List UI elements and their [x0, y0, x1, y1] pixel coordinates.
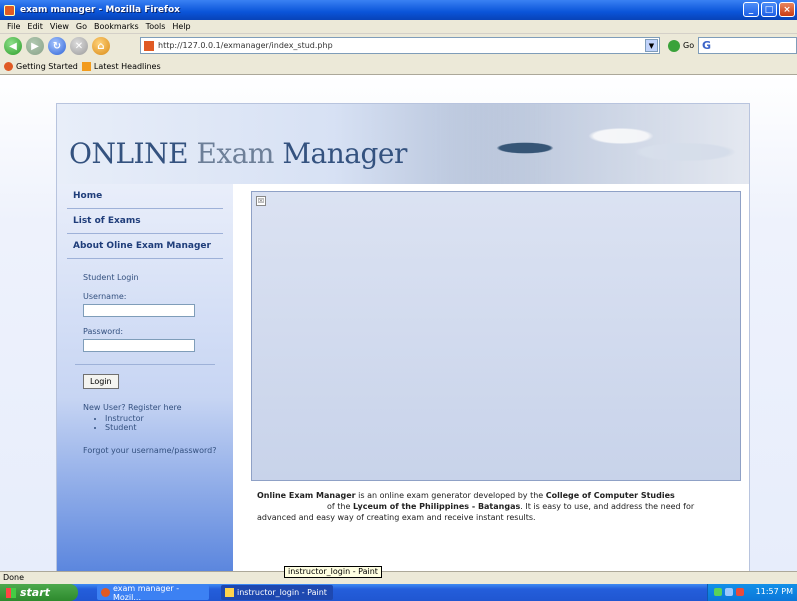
sidebar: Home List of Exams About Oline Exam Mana…	[57, 184, 233, 571]
go-icon[interactable]	[668, 40, 680, 52]
window-title: exam manager - Mozilla Firefox	[20, 5, 180, 15]
network-icon[interactable]	[714, 588, 722, 596]
close-button[interactable]: ×	[779, 2, 795, 17]
username-field[interactable]	[83, 304, 195, 317]
menu-view[interactable]: View	[50, 22, 69, 31]
window-titlebar: exam manager - Mozilla Firefox _ □ ×	[0, 0, 797, 20]
about-app-name: Online Exam Manager	[257, 491, 356, 500]
about-college-name: College of Computer Studies	[545, 491, 675, 500]
address-url[interactable]: http://127.0.0.1/exmanager/index_stud.ph…	[158, 41, 333, 50]
site-logo: ONLINE Exam Manager	[69, 137, 407, 170]
page-container: ONLINE Exam Manager Home List of Exams A…	[56, 103, 750, 571]
windows-logo-icon	[6, 587, 16, 598]
bookmarks-toolbar: Getting Started Latest Headlines	[0, 58, 797, 75]
about-text: Online Exam Manager is an online exam ge…	[257, 490, 737, 523]
about-text-part: is an online exam generator developed by…	[355, 491, 546, 500]
taskbar: start exam manager - Mozil... instructor…	[0, 584, 797, 601]
menu-go[interactable]: Go	[76, 22, 87, 31]
task-label: exam manager - Mozil...	[112, 583, 180, 601]
volume-icon[interactable]	[725, 588, 733, 596]
sidebar-nav: Home List of Exams About Oline Exam Mana…	[57, 184, 233, 259]
forgot-credentials-link[interactable]: Forgot your username/password?	[83, 446, 233, 455]
sidebar-item-home[interactable]: Home	[67, 184, 223, 209]
browser-viewport: ONLINE Exam Manager Home List of Exams A…	[0, 75, 797, 571]
site-banner: ONLINE Exam Manager	[57, 104, 749, 184]
window-controls: _ □ ×	[743, 2, 795, 17]
start-label: start	[20, 586, 50, 599]
logo-word-exam: Exam	[196, 137, 274, 170]
about-line-3: advanced and easy way of creating exam a…	[257, 513, 536, 522]
logo-word-manager: Manager	[282, 137, 407, 170]
bookmark-getting-started[interactable]: Getting Started	[4, 61, 78, 71]
menu-edit[interactable]: Edit	[27, 22, 43, 31]
taskbar-item-paint[interactable]: instructor_login - Paint	[221, 585, 333, 600]
system-tray: 11:57 PM	[707, 584, 797, 601]
logo-word-online: ONLINE	[69, 137, 189, 170]
banner-photo	[429, 104, 749, 184]
sidebar-item-about[interactable]: About Oline Exam Manager	[67, 234, 223, 259]
student-login-form: Student Login Username: Password: Login	[75, 273, 233, 389]
username-label: Username:	[83, 292, 127, 301]
address-bar[interactable]: http://127.0.0.1/exmanager/index_stud.ph…	[140, 37, 660, 54]
stop-icon[interactable]: ✕	[70, 37, 88, 55]
forward-arrow-icon[interactable]: ▶	[26, 37, 44, 55]
status-bar: Done	[0, 571, 797, 584]
register-instructor-link[interactable]: Instructor	[105, 414, 233, 423]
about-text-part: of the	[327, 502, 353, 511]
home-icon[interactable]: ⌂	[92, 37, 110, 55]
back-arrow-icon[interactable]: ◀	[4, 37, 22, 55]
bookmark-latest-headlines[interactable]: Latest Headlines	[81, 61, 161, 71]
menu-help[interactable]: Help	[172, 22, 190, 31]
login-title: Student Login	[83, 273, 139, 282]
tray-icons	[714, 588, 744, 596]
start-button[interactable]: start	[0, 584, 78, 601]
chevron-down-icon[interactable]: ▼	[645, 39, 658, 52]
register-section: New User? Register here Instructor Stude…	[83, 403, 233, 432]
navigation-toolbar: ◀ ▶ ↻ ✕ ⌂ http://127.0.0.1/exmanager/ind…	[0, 34, 797, 58]
main-content-frame: ☒	[251, 191, 741, 481]
register-text: New User? Register here	[83, 403, 182, 412]
rss-icon	[81, 61, 91, 71]
minimize-button[interactable]: _	[743, 2, 759, 17]
reload-icon[interactable]: ↻	[48, 37, 66, 55]
clock: 11:57 PM	[755, 587, 793, 596]
page-favicon-icon	[144, 40, 154, 51]
search-input[interactable]: G	[698, 37, 797, 54]
task-label: instructor_login - Paint	[237, 588, 327, 597]
menu-bookmarks[interactable]: Bookmarks	[94, 22, 139, 31]
about-line-1: Online Exam Manager is an online exam ge…	[257, 490, 737, 501]
tooltip: instructor_login - Paint	[284, 566, 382, 578]
divider	[75, 364, 215, 365]
firefox-icon	[4, 4, 15, 16]
menu-file[interactable]: File	[7, 22, 20, 31]
status-text: Done	[3, 573, 25, 582]
paint-icon	[225, 588, 234, 597]
bookmark-label: Getting Started	[16, 61, 78, 71]
menu-tools[interactable]: Tools	[146, 22, 166, 31]
login-button[interactable]: Login	[83, 374, 119, 389]
firefox-icon	[4, 61, 13, 71]
sidebar-item-list-of-exams[interactable]: List of Exams	[67, 209, 223, 234]
security-icon[interactable]	[736, 588, 744, 596]
google-search-icon: G	[702, 39, 712, 52]
menu-bar: File Edit View Go Bookmarks Tools Help	[0, 20, 797, 34]
password-label: Password:	[83, 327, 124, 336]
about-line-2: of the Lyceum of the Philippines - Batan…	[257, 501, 737, 512]
taskbar-item-firefox[interactable]: exam manager - Mozil...	[97, 583, 209, 601]
broken-image-icon: ☒	[256, 196, 266, 206]
about-school-name: Lyceum of the Philippines - Batangas	[352, 502, 521, 511]
firefox-icon	[101, 588, 110, 597]
go-button[interactable]: Go	[683, 41, 694, 50]
password-field[interactable]	[83, 339, 195, 352]
maximize-button[interactable]: □	[761, 2, 777, 17]
register-student-link[interactable]: Student	[105, 423, 233, 432]
bookmark-label: Latest Headlines	[93, 61, 161, 71]
about-text-part: . It is easy to use, and address the nee…	[520, 502, 695, 511]
